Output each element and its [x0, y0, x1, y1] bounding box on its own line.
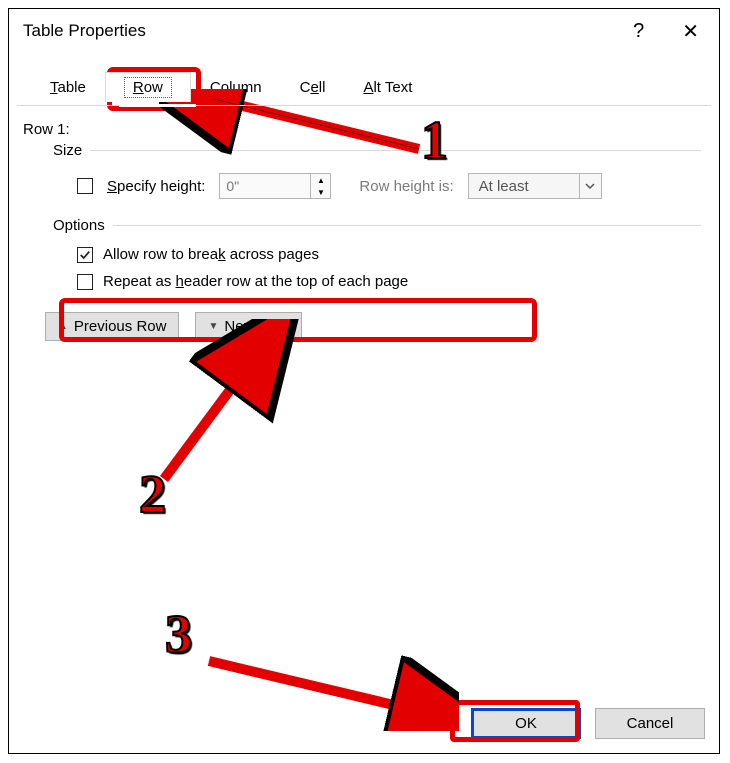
- tab-content-row: Row 1: Size Specify height: ▲ ▼ Row heig…: [23, 117, 705, 693]
- table-properties-dialog: Table Properties ? ✕ Table Row Column Ce…: [8, 8, 720, 754]
- triangle-up-icon: ▲: [58, 321, 68, 332]
- row-heading: Row 1:: [23, 121, 705, 138]
- tab-column[interactable]: Column: [191, 72, 281, 102]
- tab-cell[interactable]: Cell: [281, 72, 345, 102]
- allow-break-checkbox[interactable]: [77, 247, 93, 263]
- title-controls: ? ✕: [633, 15, 709, 48]
- tab-table[interactable]: Table: [31, 72, 105, 102]
- help-icon[interactable]: ?: [633, 20, 644, 43]
- row-nav: ▲ Previous Row ▼ Next Row: [45, 312, 705, 341]
- dialog-title: Table Properties: [23, 21, 146, 41]
- specify-height-label[interactable]: Specify height:: [107, 178, 205, 195]
- size-group: Specify height: ▲ ▼ Row height is: At le…: [77, 173, 705, 199]
- previous-row-button[interactable]: ▲ Previous Row: [45, 312, 179, 341]
- titlebar: Table Properties ? ✕: [9, 9, 719, 53]
- spinner-down-icon[interactable]: ▼: [311, 186, 330, 198]
- size-group-label: Size: [53, 142, 705, 159]
- dialog-footer: OK Cancel: [471, 708, 705, 739]
- next-row-button[interactable]: ▼ Next Row: [195, 312, 302, 341]
- options-group-label: Options: [53, 217, 705, 234]
- close-icon[interactable]: ✕: [672, 15, 709, 48]
- spinner-up-icon[interactable]: ▲: [311, 174, 330, 186]
- allow-break-label[interactable]: Allow row to break across pages: [103, 246, 319, 263]
- repeat-header-checkbox[interactable]: [77, 274, 93, 290]
- cancel-button[interactable]: Cancel: [595, 708, 705, 739]
- row-height-is-label: Row height is:: [359, 178, 453, 195]
- height-input[interactable]: [220, 174, 310, 198]
- tab-row[interactable]: Row: [105, 72, 191, 102]
- repeat-header-label[interactable]: Repeat as header row at the top of each …: [103, 273, 408, 290]
- row-height-mode-combo[interactable]: At least: [468, 173, 602, 199]
- row-height-mode-value: At least: [469, 178, 579, 195]
- triangle-down-icon: ▼: [208, 321, 218, 332]
- tab-alt-text[interactable]: Alt Text: [344, 72, 431, 102]
- tabstrip: Table Row Column Cell Alt Text: [31, 71, 719, 101]
- options-group: Allow row to break across pages Repeat a…: [77, 246, 705, 290]
- ok-button[interactable]: OK: [471, 708, 581, 739]
- chevron-down-icon[interactable]: [579, 174, 601, 198]
- spinner-arrows[interactable]: ▲ ▼: [310, 174, 330, 198]
- specify-height-checkbox[interactable]: [77, 178, 93, 194]
- height-spinner[interactable]: ▲ ▼: [219, 173, 331, 199]
